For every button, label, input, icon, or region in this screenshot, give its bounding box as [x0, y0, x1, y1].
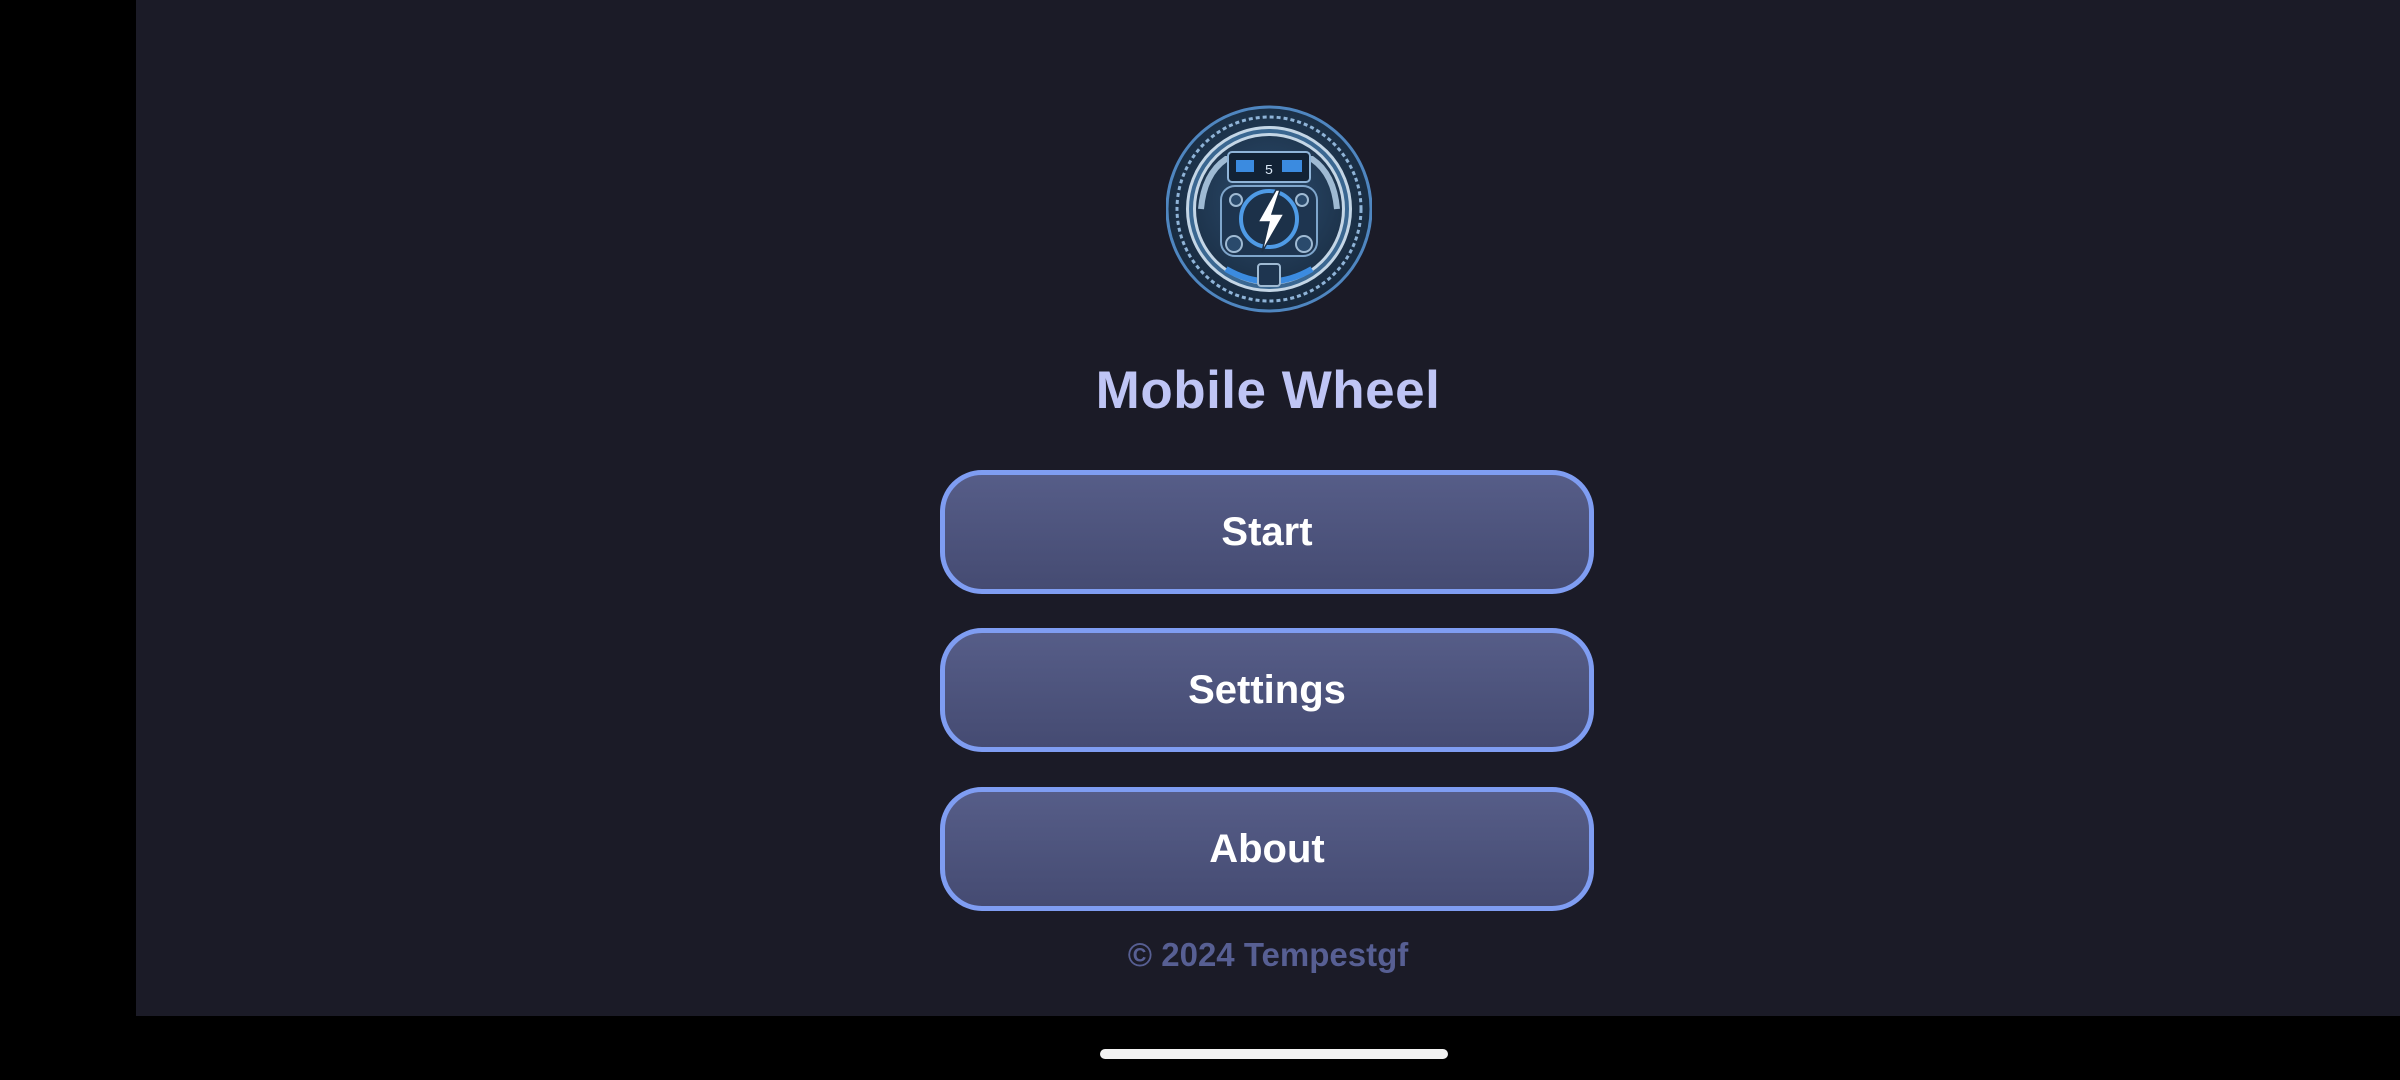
- start-button[interactable]: Start: [940, 470, 1594, 594]
- app-title: Mobile Wheel: [1095, 361, 1441, 420]
- logo-gauge-digit: 5: [1265, 163, 1273, 179]
- settings-button[interactable]: Settings: [940, 628, 1594, 752]
- about-button[interactable]: About: [940, 787, 1594, 911]
- steering-wheel-logo-icon: 5: [1166, 105, 1372, 313]
- copyright-text: © 2024 Tempestgf: [1127, 936, 1409, 973]
- home-indicator[interactable]: [1100, 1049, 1448, 1059]
- screen: 5 Mobile Wheel Start Settings About © 20…: [0, 0, 2400, 1080]
